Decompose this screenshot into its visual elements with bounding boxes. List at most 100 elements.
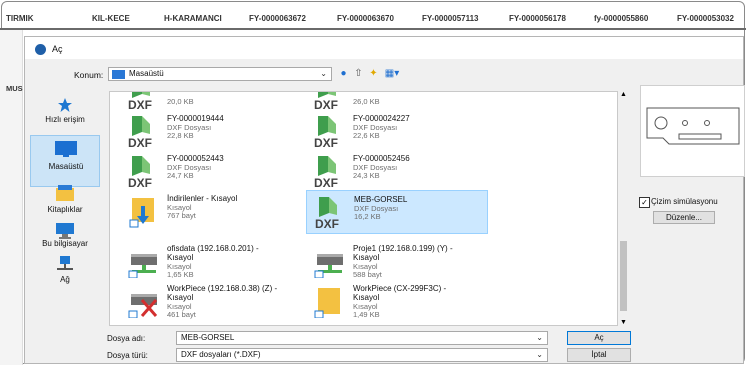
- view-menu-icon[interactable]: ▦▾: [383, 67, 401, 80]
- file-item[interactable]: Proje1 (192.168.0.199) (Y) - Kısayol Kısay…: [306, 240, 488, 284]
- location-dropdown[interactable]: Masaüstü ⌄: [108, 67, 332, 81]
- file-item[interactable]: DXF FY-0000052456 DXF Dosyası 24,3 KB: [306, 150, 488, 194]
- file-item[interactable]: DXF FY-0000019444 DXF Dosyası 22,8 KB: [120, 110, 302, 154]
- desktop-folder-icon: [112, 70, 125, 79]
- file-item[interactable]: DXF MEB-GORSEL DXF Dosyası 16,2 KB: [306, 190, 488, 234]
- location-value: Masaüstü: [129, 69, 164, 78]
- file-text: 461 bayt: [167, 310, 196, 319]
- file-text: 22,8 KB: [167, 131, 194, 140]
- file-text: 588 bayt: [353, 270, 382, 279]
- file-text: FY-0000019444: [167, 114, 224, 123]
- background-header: TIRMIK KIL-KECE H-KARAMANCI FY-000006367…: [4, 10, 744, 28]
- svg-text:DXF: DXF: [128, 176, 152, 188]
- scroll-down-icon[interactable]: ▼: [618, 319, 629, 326]
- file-item[interactable]: DXF FY-0000024227 DXF Dosyası 22,6 KB: [306, 110, 488, 154]
- file-list-scrollbar[interactable]: ▲ ▼: [618, 91, 629, 326]
- filename-input[interactable]: MEB-GORSEL ⌄: [176, 331, 548, 345]
- drawing-preview: [646, 107, 740, 145]
- place-label: Ağ: [60, 275, 70, 284]
- svg-text:DXF: DXF: [315, 217, 339, 229]
- network-drive-icon: [128, 244, 160, 279]
- filetype-select[interactable]: DXF dosyaları (*.DXF) ⌄: [176, 348, 548, 362]
- file-item[interactable]: WorkPiece (192.168.0.38) (Z) - Kısayol Kıs…: [120, 280, 302, 324]
- dxf-icon: DXF: [128, 154, 160, 190]
- header-separator: [0, 28, 746, 30]
- file-text: 24,3 KB: [353, 171, 380, 180]
- place-desktop[interactable]: Masaüstü: [30, 135, 100, 187]
- scroll-up-icon[interactable]: ▲: [618, 91, 629, 98]
- computer-icon: [56, 223, 74, 239]
- file-item[interactable]: İndirilenler - Kısayol Kısayol 767 bayt: [120, 190, 302, 234]
- header-cell: fy-0000055860: [594, 14, 649, 23]
- simulation-label: Çizim simülasyonu: [651, 197, 718, 206]
- chevron-down-icon: ⌄: [536, 350, 543, 359]
- file-text: 16,2 KB: [354, 212, 381, 221]
- file-item[interactable]: ofisdata (192.168.0.201) - Kısayol Kısayol…: [120, 240, 302, 284]
- dialog-title: Aç: [52, 44, 63, 54]
- filename-label: Dosya adı:: [107, 334, 146, 343]
- file-text: 26,0 KB: [353, 97, 380, 106]
- folder-shortcut-icon: [314, 284, 346, 319]
- place-label: Kitaplıklar: [47, 205, 83, 214]
- file-text: Kısayol: [353, 253, 380, 262]
- dxf-icon: DXF: [128, 92, 160, 112]
- network-icon: [57, 256, 73, 270]
- place-label: Masaüstü: [48, 162, 84, 171]
- edit-button[interactable]: Düzenle...: [653, 211, 715, 224]
- file-text: 1,65 KB: [167, 270, 194, 279]
- up-folder-icon[interactable]: ⇧: [352, 67, 365, 80]
- file-list[interactable]: DXF 20,0 KB DXF 26,0 KB DXF FY-0000019444 DXF …: [109, 91, 618, 326]
- header-cell: TIRMIK: [6, 14, 34, 23]
- file-text: FY-0000024227: [353, 114, 410, 123]
- header-cell: FY-0000057113: [422, 14, 479, 23]
- back-icon[interactable]: ●: [337, 67, 350, 80]
- file-text: 1,49 KB: [353, 310, 380, 319]
- svg-text:DXF: DXF: [314, 176, 338, 188]
- svg-text:DXF: DXF: [314, 136, 338, 148]
- header-cell: FY-0000063670: [337, 14, 394, 23]
- location-label: Konum:: [74, 70, 104, 80]
- filetype-value: DXF dosyaları (*.DXF): [181, 350, 261, 359]
- place-network[interactable]: Ağ: [30, 253, 100, 305]
- chevron-down-icon: ⌄: [536, 333, 543, 342]
- file-text: ofisdata (192.168.0.201) -: [167, 244, 259, 253]
- open-button[interactable]: Aç: [567, 331, 631, 345]
- cancel-button[interactable]: İptal: [567, 348, 631, 362]
- disconnected-drive-icon: [128, 284, 160, 319]
- libraries-icon: [56, 185, 74, 201]
- simulation-checkbox[interactable]: ✓: [639, 197, 650, 208]
- file-text: MEB-GORSEL: [354, 195, 408, 204]
- place-label: Bu bilgisayar: [42, 239, 88, 248]
- network-drive-icon: [314, 244, 346, 279]
- preview-pane: [640, 85, 745, 177]
- file-text: 22,6 KB: [353, 131, 380, 140]
- header-cell: FY-0000063672: [249, 14, 306, 23]
- filetype-label: Dosya türü:: [107, 351, 148, 360]
- dxf-icon: DXF: [314, 154, 346, 190]
- file-text: WorkPiece (192.168.0.38) (Z) -: [167, 284, 278, 293]
- scrollbar-thumb[interactable]: [620, 241, 627, 311]
- svg-text:DXF: DXF: [128, 98, 152, 110]
- dxf-icon: DXF: [315, 195, 347, 231]
- dxf-icon: DXF: [314, 92, 346, 112]
- chevron-down-icon: ⌄: [320, 69, 327, 78]
- file-text: FY-0000052443: [167, 154, 224, 163]
- file-text: Kısayol: [167, 253, 194, 262]
- file-text: Kısayol: [353, 293, 380, 302]
- header-cell: KIL-KECE: [92, 14, 130, 23]
- new-folder-icon[interactable]: ✦: [367, 67, 380, 80]
- file-text: Kısayol: [167, 293, 194, 302]
- file-text: 767 bayt: [167, 211, 196, 220]
- file-text: Proje1 (192.168.0.199) (Y) -: [353, 244, 453, 253]
- dialog-titlebar[interactable]: Aç: [25, 37, 743, 59]
- file-text: 24,7 KB: [167, 171, 194, 180]
- downloads-shortcut-icon: [128, 194, 160, 228]
- file-item[interactable]: WorkPiece (CX-299F3C) - Kısayol Kısayol 1,4…: [306, 280, 488, 324]
- desktop-icon: [55, 141, 77, 157]
- svg-text:DXF: DXF: [128, 136, 152, 148]
- file-item[interactable]: DXF FY-0000052443 DXF Dosyası 24,7 KB: [120, 150, 302, 194]
- filename-value: MEB-GORSEL: [181, 333, 235, 342]
- svg-text:DXF: DXF: [314, 98, 338, 110]
- file-text: İndirilenler - Kısayol: [167, 194, 238, 203]
- open-file-dialog: Aç Konum: Masaüstü ⌄ ● ⇧ ✦ ▦▾ Hızlı eriş…: [24, 36, 745, 364]
